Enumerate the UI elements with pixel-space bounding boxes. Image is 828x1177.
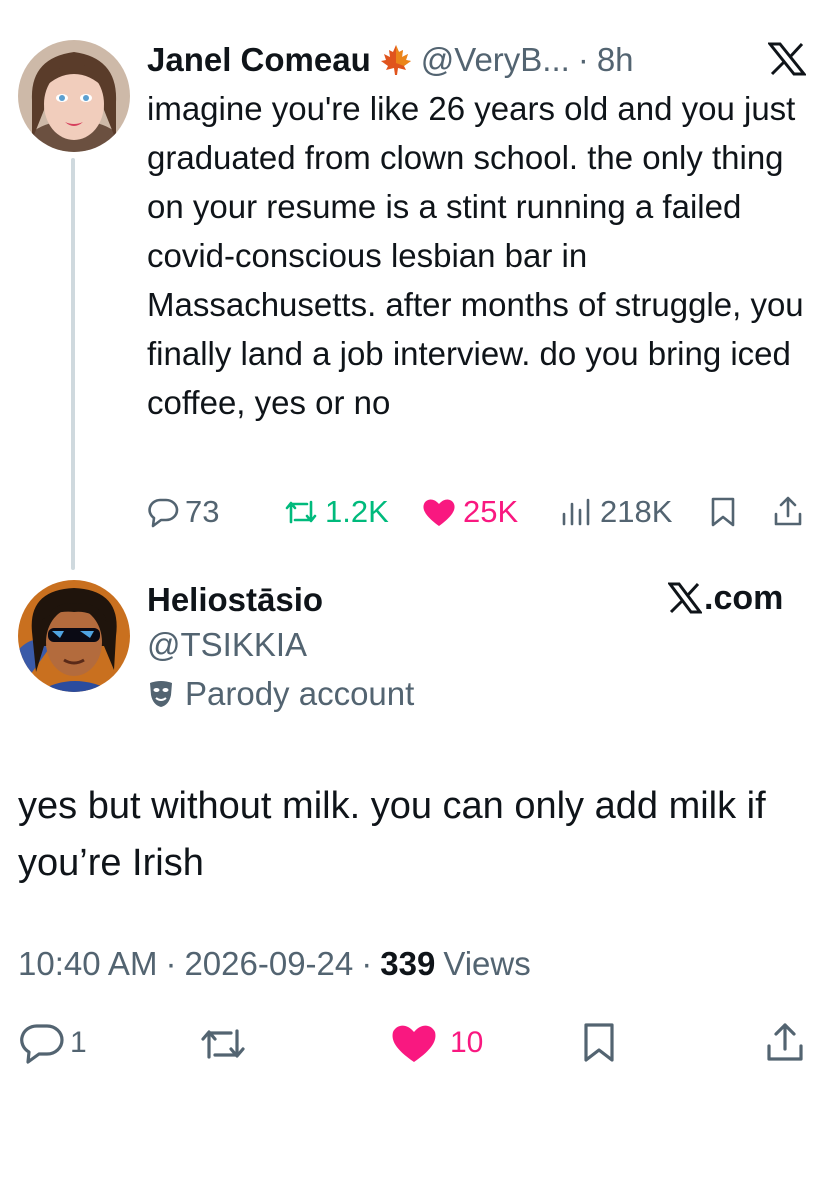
reply-meta: 10:40 AM · 2026-09-24 · 339 Views xyxy=(18,946,531,982)
author-name[interactable]: Janel Comeau xyxy=(147,42,371,78)
quoted-text: imagine you're like 26 years old and you… xyxy=(147,90,804,421)
reply-count: 73 xyxy=(185,494,220,529)
heart-icon xyxy=(390,1022,438,1064)
parody-mask-icon xyxy=(147,679,175,709)
thread-connector-line xyxy=(71,158,75,570)
bookmark-icon[interactable] xyxy=(708,496,738,528)
like-stat[interactable]: 25K xyxy=(421,494,518,530)
like-stat[interactable]: 10 xyxy=(390,1022,483,1064)
repost-icon xyxy=(283,496,319,528)
like-count: 25K xyxy=(463,494,519,529)
views-label: Views xyxy=(443,945,531,982)
meta-dot: · xyxy=(165,945,177,982)
header-separator: · xyxy=(577,41,589,78)
like-count: 10 xyxy=(450,1026,484,1059)
maple-leaf-icon xyxy=(379,43,413,77)
reply-author-handle[interactable]: @TSIKKIA xyxy=(147,627,307,663)
parody-text: Parody account xyxy=(185,675,415,712)
repost-button[interactable] xyxy=(198,1024,248,1064)
x-logo-icon[interactable] xyxy=(768,42,806,76)
reply-author-name[interactable]: Heliostāsio xyxy=(147,582,323,618)
xcom-label: .com xyxy=(668,580,783,616)
meta-dot: · xyxy=(361,945,373,982)
repost-stat[interactable]: 1.2K xyxy=(283,494,389,530)
reply-icon xyxy=(147,496,179,528)
heart-icon xyxy=(421,496,457,528)
views-stat[interactable]: 218K xyxy=(560,494,672,530)
janel-avatar[interactable] xyxy=(18,40,130,152)
views-count: 339 xyxy=(380,945,436,982)
parody-label: Parody account xyxy=(147,676,414,712)
post-time[interactable]: 10:40 AM xyxy=(18,946,157,982)
views-count: 218K xyxy=(600,494,673,529)
heliostasio-avatar[interactable] xyxy=(18,580,130,692)
share-icon[interactable] xyxy=(764,1020,806,1064)
views-icon xyxy=(560,496,594,528)
reply-icon xyxy=(20,1022,64,1064)
quoted-header: Janel Comeau @VeryB... · 8h xyxy=(147,40,747,80)
post-time[interactable]: 8h xyxy=(597,42,634,78)
reply-stat[interactable]: 73 xyxy=(147,494,219,530)
reply-count: 1 xyxy=(70,1026,87,1059)
author-handle[interactable]: @VeryB... xyxy=(421,42,570,78)
bookmark-icon[interactable] xyxy=(580,1022,618,1064)
reply-text: yes but without milk. you can only add m… xyxy=(18,785,766,884)
repost-count: 1.2K xyxy=(325,494,389,529)
reply-stat[interactable]: 1 xyxy=(20,1022,87,1064)
share-icon[interactable] xyxy=(772,494,804,528)
repost-icon xyxy=(198,1024,248,1064)
post-date[interactable]: 2026-09-24 xyxy=(184,946,353,982)
x-logo-icon xyxy=(668,582,702,614)
xcom-text: .com xyxy=(704,579,784,617)
